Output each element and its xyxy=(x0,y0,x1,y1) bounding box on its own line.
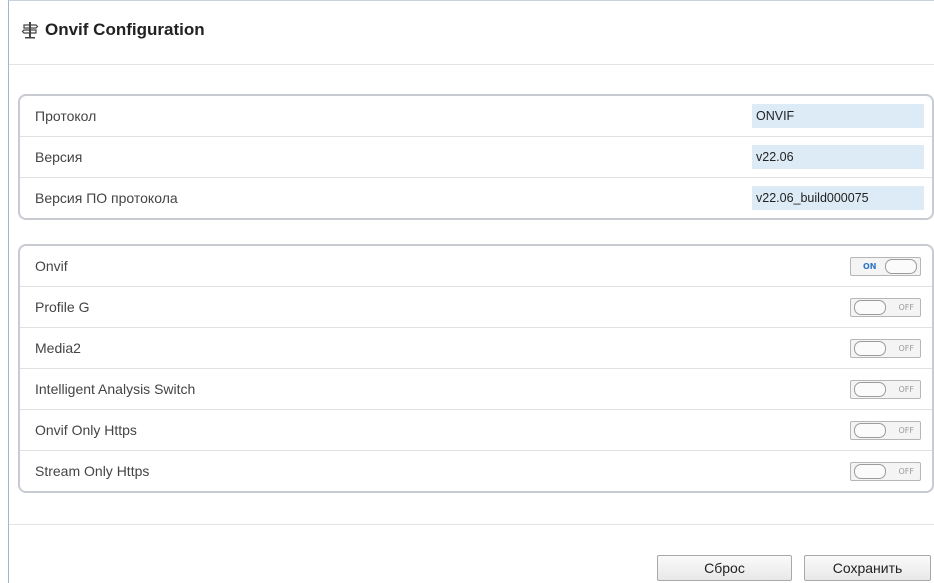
version-value: v22.06 xyxy=(752,145,924,169)
media2-label: Media2 xyxy=(35,340,81,356)
save-button[interactable]: Сохранить xyxy=(804,555,931,581)
onvif-only-https-label: Onvif Only Https xyxy=(35,422,137,438)
header-divider xyxy=(9,64,934,65)
onvif-only-https-toggle-state: OFF xyxy=(898,425,915,435)
media2-toggle[interactable]: OFF xyxy=(850,338,921,358)
protocol-label: Протокол xyxy=(35,108,97,124)
software-version-row: Версия ПО протокола v22.06_build000075 xyxy=(20,178,932,218)
onvif-toggle[interactable]: ON xyxy=(850,256,921,276)
switch-row-onvif-only-https: Onvif Only Https OFF xyxy=(20,410,932,451)
intelligent-analysis-toggle[interactable]: OFF xyxy=(850,379,921,399)
protocol-value: ONVIF xyxy=(752,104,924,128)
protocol-info-panel: Протокол ONVIF Версия v22.06 Версия ПО п… xyxy=(18,94,934,220)
onvif-toggle-state: ON xyxy=(863,261,877,271)
media2-toggle-state: OFF xyxy=(898,343,915,353)
onvif-label: Onvif xyxy=(35,258,68,274)
config-frame: Onvif Configuration Протокол ONVIF Верси… xyxy=(8,0,934,583)
stream-only-https-label: Stream Only Https xyxy=(35,463,150,479)
switch-row-onvif: Onvif ON xyxy=(20,246,932,287)
stream-only-https-toggle-state: OFF xyxy=(898,466,915,476)
profile-g-toggle-state: OFF xyxy=(898,302,915,312)
profile-g-label: Profile G xyxy=(35,299,90,315)
toggle-knob xyxy=(854,340,886,356)
switch-row-media2: Media2 OFF xyxy=(20,328,932,369)
reset-button[interactable]: Сброс xyxy=(657,555,792,581)
toggle-knob xyxy=(854,381,886,397)
onvif-switches-panel: Onvif ON Profile G OFF Media2 OFF Intell… xyxy=(18,244,934,493)
toggle-knob xyxy=(854,422,886,438)
intelligent-analysis-label: Intelligent Analysis Switch xyxy=(35,381,196,397)
footer-divider xyxy=(9,524,934,525)
toggle-knob xyxy=(854,463,886,479)
protocol-row: Протокол ONVIF xyxy=(20,96,932,137)
software-version-label: Версия ПО протокола xyxy=(35,190,178,206)
profile-g-toggle[interactable]: OFF xyxy=(850,297,921,317)
page-header: Onvif Configuration xyxy=(21,15,205,45)
switch-row-profile-g: Profile G OFF xyxy=(20,287,932,328)
toggle-knob xyxy=(885,258,917,274)
onvif-only-https-toggle[interactable]: OFF xyxy=(850,420,921,440)
toggle-knob xyxy=(854,299,886,315)
version-label: Версия xyxy=(35,149,83,165)
switch-row-intelligent-analysis: Intelligent Analysis Switch OFF xyxy=(20,369,932,410)
stream-only-https-toggle[interactable]: OFF xyxy=(850,461,921,481)
page-title: Onvif Configuration xyxy=(45,20,205,39)
switch-row-stream-only-https: Stream Only Https OFF xyxy=(20,451,932,491)
intelligent-analysis-toggle-state: OFF xyxy=(898,384,915,394)
version-row: Версия v22.06 xyxy=(20,137,932,178)
signpost-icon xyxy=(21,21,39,39)
software-version-value: v22.06_build000075 xyxy=(752,186,924,210)
